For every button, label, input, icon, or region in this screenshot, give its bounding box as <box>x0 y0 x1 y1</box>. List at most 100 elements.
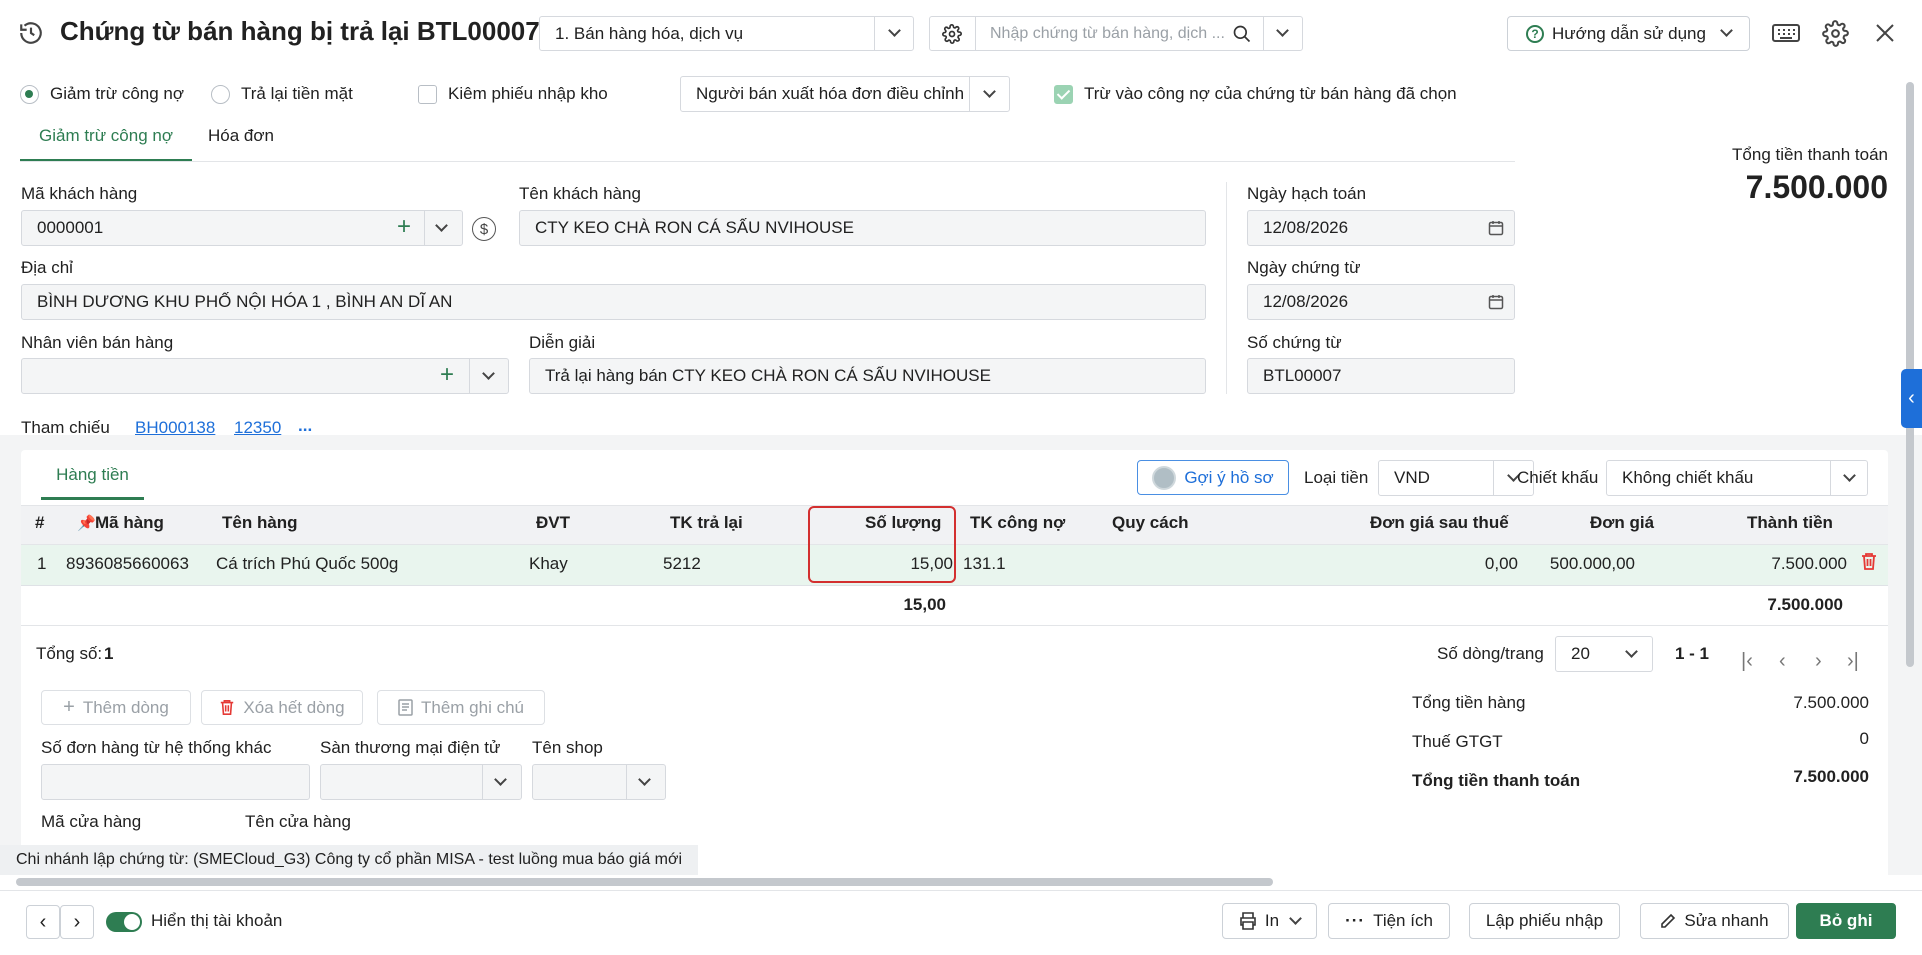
plus-icon: + <box>63 696 75 718</box>
rows-per-page-label: Số dòng/trang <box>1437 644 1544 663</box>
cell-debt-account[interactable]: 131.1 <box>963 554 1006 574</box>
shop-name-select[interactable] <box>532 764 666 800</box>
cell-price-after-tax[interactable]: 0,00 <box>1485 554 1518 574</box>
side-panel-toggle[interactable]: ‹ <box>1901 369 1922 428</box>
keyboard-icon[interactable] <box>1772 22 1800 49</box>
plus-icon[interactable]: + <box>440 361 454 389</box>
description-field[interactable]: Trả lại hàng bán CTY KEO CHÀ RON CÁ SẤU … <box>529 358 1206 394</box>
reference-more[interactable]: ... <box>298 416 312 436</box>
radio-cash-refund[interactable] <box>211 85 230 104</box>
customer-code-field[interactable]: 0000001 + <box>21 210 463 246</box>
goods-total-label: Tổng tiền hàng <box>1412 693 1526 712</box>
total-quantity: 15,00 <box>903 595 946 614</box>
cell-unit-price[interactable]: 500.000,00 <box>1550 554 1635 574</box>
first-page-icon[interactable]: |‹ <box>1741 650 1753 673</box>
cell-item-name[interactable]: Cá trích Phú Quốc 500g <box>216 554 398 574</box>
chevron-down-icon <box>1625 645 1638 658</box>
pencil-icon <box>1661 913 1676 928</box>
prev-record-button[interactable]: ‹ <box>26 905 60 939</box>
voucher-no-field[interactable]: BTL00007 <box>1247 358 1515 394</box>
chevron-down-icon[interactable] <box>1276 24 1289 37</box>
voucher-type-select[interactable]: 1. Bán hàng hóa, dịch vụ <box>539 16 914 51</box>
goods-total-value: 7.500.000 <box>1793 693 1869 712</box>
more-icon: ··· <box>1345 911 1366 930</box>
radio-deduct-debt-label: Giảm trừ công nợ <box>50 84 185 103</box>
external-order-label: Số đơn hàng từ hệ thống khác <box>41 738 272 757</box>
history-icon[interactable] <box>18 20 44 46</box>
external-order-field[interactable] <box>41 764 310 800</box>
posting-date-label: Ngày hạch toán <box>1247 184 1367 203</box>
stock-receipt-checkbox[interactable] <box>418 85 437 104</box>
avatar <box>1152 465 1177 490</box>
radio-deduct-debt[interactable] <box>20 85 39 104</box>
note-icon <box>398 699 413 716</box>
gear-icon[interactable] <box>942 24 962 49</box>
currency-icon[interactable]: $ <box>472 217 496 241</box>
last-page-icon[interactable]: ›| <box>1847 650 1859 673</box>
print-button[interactable]: In <box>1222 903 1317 939</box>
chevron-down-icon <box>983 85 996 98</box>
customer-name-field[interactable]: CTY KEO CHÀ RON CÁ SẤU NVIHOUSE <box>519 210 1206 246</box>
chevron-down-icon <box>494 773 507 786</box>
trash-icon[interactable] <box>1860 552 1878 576</box>
ecommerce-select[interactable] <box>320 764 522 800</box>
printer-icon <box>1240 912 1256 930</box>
cell-amount[interactable]: 7.500.000 <box>1771 554 1847 574</box>
tab-deduct-debt[interactable]: Giảm trừ công nợ <box>20 126 192 162</box>
horizontal-scrollbar[interactable] <box>16 878 1273 886</box>
settings-icon[interactable] <box>1822 20 1849 52</box>
utilities-button[interactable]: ··· Tiện ích <box>1328 903 1450 939</box>
calendar-icon[interactable] <box>1488 220 1504 241</box>
show-account-toggle[interactable] <box>106 912 142 932</box>
discount-label: Chiết khấu <box>1517 468 1599 487</box>
plus-icon[interactable]: + <box>397 213 411 241</box>
cell-unit[interactable]: Khay <box>529 554 568 574</box>
voucher-no-label: Số chứng từ <box>1247 333 1342 352</box>
create-receipt-button[interactable]: Lập phiếu nhập <box>1469 903 1620 939</box>
pin-icon[interactable]: 📌 <box>77 514 96 532</box>
customer-code-label: Mã khách hàng <box>21 184 138 203</box>
close-icon[interactable] <box>1874 22 1896 49</box>
currency-select[interactable]: VND <box>1378 460 1534 496</box>
address-label: Địa chỉ <box>21 258 73 277</box>
delete-all-rows-button[interactable]: Xóa hết dòng <box>201 690 363 725</box>
tabs-divider <box>20 161 1515 162</box>
ecommerce-label: Sàn thương mại điện tử <box>320 738 501 757</box>
suggest-profile-button[interactable]: Gợi ý hồ sơ <box>1137 460 1289 495</box>
posting-date-field[interactable]: 12/08/2026 <box>1247 210 1515 246</box>
sales-staff-field[interactable]: + <box>21 358 509 394</box>
chevron-down-icon[interactable] <box>435 219 448 232</box>
add-note-button[interactable]: Thêm ghi chú <box>377 690 545 725</box>
quantity-highlight <box>808 506 956 583</box>
discount-select[interactable]: Không chiết khấu <box>1606 460 1868 496</box>
rows-per-page-select[interactable]: 20 <box>1555 636 1653 672</box>
chevron-down-icon <box>1720 24 1733 37</box>
col-price-after-tax: Đơn giá sau thuế <box>1370 513 1509 532</box>
radio-cash-refund-label: Trả lại tiền mặt <box>241 84 353 103</box>
col-item-name: Tên hàng <box>222 513 298 532</box>
address-field[interactable]: BÌNH DƯƠNG KHU PHỐ NỘI HÓA 1 , BÌNH AN D… <box>21 284 1206 320</box>
search-input[interactable]: Nhập chứng từ bán hàng, dịch ... <box>990 17 1225 50</box>
col-return-account: TK trả lại <box>670 513 743 532</box>
vat-value: 0 <box>1859 729 1869 748</box>
offset-debt-checkbox[interactable] <box>1054 85 1073 104</box>
col-spec: Quy cách <box>1112 513 1189 532</box>
prev-page-icon[interactable]: ‹ <box>1779 650 1786 673</box>
voucher-date-field[interactable]: 12/08/2026 <box>1247 284 1515 320</box>
add-row-button[interactable]: + Thêm dòng <box>41 690 191 725</box>
chevron-down-icon[interactable] <box>482 367 495 380</box>
tab-goods[interactable]: Hàng tiền <box>41 460 144 500</box>
search-icon[interactable] <box>1232 24 1252 49</box>
next-page-icon[interactable]: › <box>1815 650 1822 673</box>
cell-return-account[interactable]: 5212 <box>663 554 701 574</box>
unpost-button[interactable]: Bỏ ghi <box>1796 903 1896 939</box>
quick-edit-button[interactable]: Sửa nhanh <box>1640 903 1789 939</box>
calendar-icon[interactable] <box>1488 294 1504 315</box>
cell-item-code[interactable]: 8936085660063 <box>66 554 189 574</box>
search-box[interactable]: Nhập chứng từ bán hàng, dịch ... <box>929 16 1303 51</box>
tab-invoice[interactable]: Hóa đơn <box>208 126 274 146</box>
next-record-button[interactable]: › <box>60 905 94 939</box>
help-button[interactable]: ? Hướng dẫn sử dụng <box>1507 16 1750 51</box>
invoice-option-select[interactable]: Người bán xuất hóa đơn điều chỉnh <box>680 76 1010 112</box>
store-name-label: Tên cửa hàng <box>245 812 351 831</box>
